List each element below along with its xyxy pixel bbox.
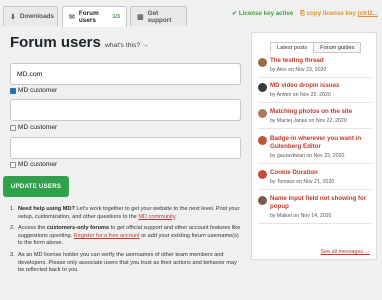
- avatar: [258, 109, 267, 118]
- forum-user-field-2[interactable]: [10, 99, 241, 121]
- avatar: [258, 83, 267, 92]
- support-icon: ▦: [137, 13, 144, 21]
- divider: [258, 128, 372, 129]
- tab-forum-users[interactable]: ✉ Forum users 1/3: [62, 6, 127, 27]
- post-meta: by gauravtiwari on Nov 22, 2020: [270, 153, 345, 159]
- divider: [258, 223, 372, 224]
- update-users-button[interactable]: UPDATE USERS: [3, 176, 69, 197]
- divider: [258, 163, 372, 164]
- divider: [258, 102, 372, 103]
- register-account-link[interactable]: Register for a free account: [74, 233, 140, 239]
- tab-forum-guides[interactable]: Forum guides: [314, 42, 362, 53]
- forum-user-field-3[interactable]: [10, 137, 241, 159]
- post-title[interactable]: Cookie Duration: [270, 169, 374, 177]
- page-title: Forum users what's this? →: [10, 34, 149, 51]
- post-meta: by Tomasz on Nov 21, 2020: [270, 179, 335, 185]
- download-icon: ⬇: [10, 13, 16, 21]
- tab-downloads-label: Downloads: [19, 13, 54, 20]
- avatar: [258, 196, 267, 205]
- tab-downloads[interactable]: ⬇ Downloads: [3, 6, 58, 26]
- tab-latest-posts[interactable]: Latest posts: [270, 42, 315, 53]
- checkbox-box-checked[interactable]: [10, 87, 16, 94]
- tab-forum-users-label: Forum users: [78, 10, 99, 24]
- post-title[interactable]: Name input field not showing for popup: [270, 195, 374, 210]
- help-item-1: 1. Need help using MD? Let's work togeth…: [10, 206, 240, 220]
- checkbox-box[interactable]: [10, 161, 16, 168]
- post-meta: by Alex on Nov 23, 2020: [270, 67, 327, 73]
- copy-license-key-link[interactable]: ⎘ copy license key (ctrl2...: [300, 10, 378, 18]
- sidebar-tabs: Latest posts Forum guides: [270, 42, 362, 53]
- md-community-link[interactable]: MD community: [138, 214, 175, 220]
- post-title[interactable]: The testing thread: [270, 57, 374, 65]
- forum-user-field-1[interactable]: MD.com: [10, 63, 241, 85]
- avatar: [258, 58, 267, 67]
- help-list: 1. Need help using MD? Let's work togeth…: [10, 206, 243, 279]
- tab-forum-users-badge: 1/3: [112, 14, 120, 20]
- copy-icon: ⎘: [300, 10, 305, 17]
- sidebar-panel: Latest posts Forum guides The testing th…: [251, 32, 377, 260]
- post-title[interactable]: Badge-in wherever you want in Gutenberg …: [270, 135, 374, 150]
- avatar: [258, 170, 267, 179]
- tab-get-support-label: Get support: [147, 9, 172, 24]
- post-title[interactable]: Matching photos on the site: [270, 108, 374, 116]
- top-tabs-bar: ⬇ Downloads ✉ Forum users 1/3 ▦ Get supp…: [0, 0, 382, 27]
- avatar: [258, 136, 267, 145]
- help-item-3: 3. As an MD license holder you can verif…: [10, 251, 237, 274]
- md-customer-checkbox-2[interactable]: MD customer: [10, 124, 57, 131]
- tab-get-support[interactable]: ▦ Get support: [130, 6, 187, 26]
- license-key-status: ✔ License key active: [232, 10, 294, 17]
- help-item-2: 2. Access the customers-only forums to g…: [10, 225, 241, 247]
- check-icon: ✔: [232, 10, 238, 17]
- post-meta: by Maikel on Nov 14, 2020: [270, 213, 332, 219]
- md-customer-checkbox-3[interactable]: MD customer: [10, 161, 57, 168]
- whats-this-link[interactable]: what's this? →: [105, 42, 149, 49]
- md-customer-checkbox-1[interactable]: MD customer: [10, 87, 57, 94]
- divider: [258, 189, 372, 190]
- chat-icon: ✉: [69, 14, 75, 21]
- post-meta: by Maciej Janas on Nov 22, 2020: [270, 118, 347, 124]
- checkbox-box[interactable]: [10, 124, 16, 131]
- main-content: Forum users what's this? → MD.com MD cus…: [10, 34, 245, 168]
- post-title[interactable]: MD video dropin issues: [270, 82, 374, 90]
- see-all-messages-link[interactable]: See all messages →: [321, 249, 370, 255]
- post-meta: by Arwen on Nov 22, 2020: [270, 92, 331, 98]
- divider: [258, 77, 372, 78]
